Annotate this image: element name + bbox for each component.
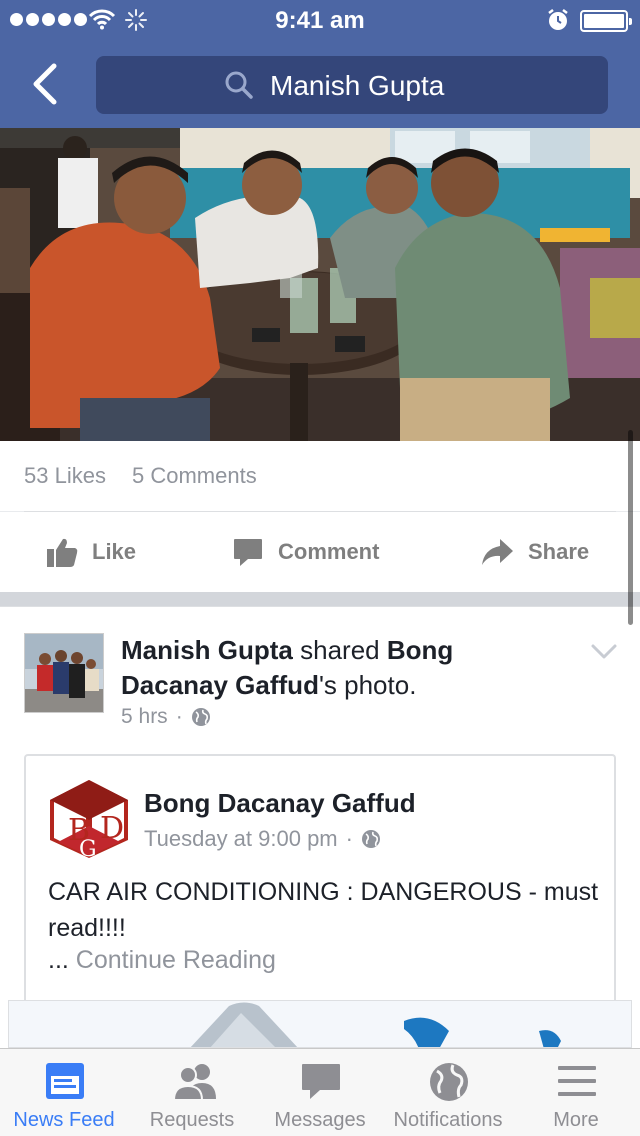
search-query-text: Manish Gupta — [270, 70, 445, 101]
shared-post-text: CAR AIR CONDITIONING : DANGEROUS - must … — [48, 878, 599, 942]
tab-messages[interactable]: Messages — [256, 1049, 384, 1136]
comment-label: Comment — [278, 539, 380, 564]
logo-letter-g: G — [79, 837, 97, 860]
shared-post-meta: Tuesday at 9:00 pm · — [144, 826, 381, 852]
meta-separator: · — [345, 826, 353, 851]
avatar-image — [25, 634, 103, 712]
alarm-clock-icon — [548, 9, 568, 30]
tab-label: More — [553, 1109, 599, 1131]
tab-requests[interactable]: Requests — [128, 1049, 256, 1136]
author-avatar[interactable] — [24, 633, 104, 713]
shared-object: 's photo. — [318, 670, 417, 700]
thumbs-up-icon — [47, 538, 78, 567]
like-label: Like — [92, 539, 137, 564]
shared-post-time[interactable]: Tuesday at 9:00 pm — [144, 826, 338, 852]
post-headline: Manish Gupta shared Bong Dacanay Gaffud'… — [121, 633, 561, 703]
comment-bubble-icon — [234, 539, 262, 566]
post-meta: 5 hrs · — [121, 705, 211, 729]
search-icon — [225, 71, 253, 99]
menu-icon — [558, 1066, 596, 1096]
comment-button[interactable]: Comment — [232, 512, 379, 592]
bottom-tab-bar: News Feed Requests Messages Notification… — [0, 1048, 640, 1136]
link-preview-image[interactable] — [8, 1000, 632, 1048]
globe-icon — [361, 830, 380, 848]
tab-more[interactable]: More — [512, 1049, 640, 1136]
status-bar: 9:41 am — [0, 0, 640, 40]
messages-icon — [302, 1064, 340, 1099]
author-name[interactable]: Manish Gupta — [121, 635, 293, 665]
tab-notifications[interactable]: Notifications — [384, 1049, 512, 1136]
navigation-header: 9:41 am Manish Gupta — [0, 0, 640, 128]
battery-icon — [580, 10, 632, 32]
continue-reading-link[interactable]: Continue Reading — [76, 946, 276, 974]
friend-requests-icon — [172, 1064, 216, 1101]
shared-post-card: Manish Gupta shared Bong Dacanay Gaffud '… — [0, 606, 640, 1048]
news-feed-icon — [46, 1063, 84, 1099]
battery-level — [584, 14, 624, 28]
shared-content-box[interactable]: B D G Bong Dacanay Gaffud Tuesday at 9:0… — [24, 754, 616, 1024]
scrollbar[interactable] — [628, 430, 633, 625]
shared-page-name[interactable]: Bong Dacanay Gaffud — [144, 788, 416, 819]
share-arrow-icon — [482, 539, 513, 565]
share-button[interactable]: Share — [480, 512, 589, 592]
tab-label: Notifications — [393, 1109, 503, 1131]
globe-notifications-icon — [430, 1063, 468, 1101]
ellipsis: ... — [48, 946, 69, 974]
logo-letter-d: D — [100, 811, 124, 846]
continue-reading-row: ... Continue Reading — [48, 946, 276, 975]
preview-image — [9, 1001, 631, 1047]
post-options-chevron-icon[interactable] — [590, 643, 618, 661]
tab-news-feed[interactable]: News Feed — [0, 1049, 128, 1136]
meta-separator: · — [175, 705, 183, 728]
post-photo[interactable] — [0, 128, 640, 441]
tab-label: Messages — [274, 1109, 366, 1131]
likes-count[interactable]: 53 Likes — [24, 463, 106, 489]
comments-count[interactable]: 5 Comments — [132, 463, 257, 489]
search-input[interactable]: Manish Gupta — [96, 56, 608, 114]
post-action-bar: Like Comment Share — [0, 512, 640, 592]
globe-icon — [191, 708, 210, 726]
post-reactions-summary: 53 Likes 5 Comments — [0, 441, 640, 511]
feed-separator — [0, 592, 640, 606]
shared-verb: shared — [300, 635, 380, 665]
like-button[interactable]: Like — [46, 512, 136, 592]
tab-label: Requests — [149, 1109, 235, 1131]
post-time[interactable]: 5 hrs — [121, 705, 168, 729]
group-photo-image — [0, 128, 640, 441]
share-label: Share — [528, 539, 590, 564]
back-button[interactable] — [28, 62, 64, 106]
bdg-page-logo[interactable]: B D G — [48, 778, 130, 860]
status-time: 9:41 am — [275, 7, 365, 34]
tab-label: News Feed — [13, 1109, 115, 1131]
